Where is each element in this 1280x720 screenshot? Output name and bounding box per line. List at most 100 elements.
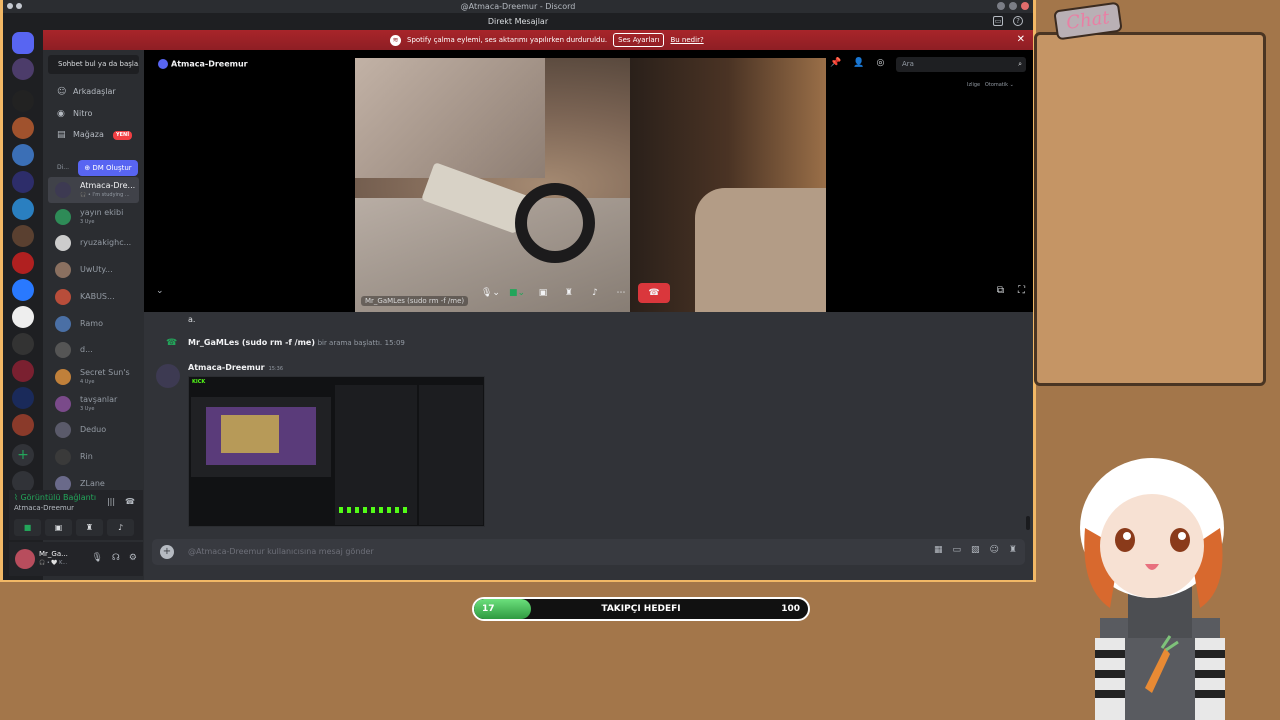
dm-list-item[interactable]: UwUty... [48,257,139,283]
spotify-icon: ≋ [390,34,401,46]
fullscreen-icon[interactable]: ⛶ [1018,285,1025,296]
more-icon[interactable]: ⋯ [612,283,630,303]
create-dm-button[interactable]: ⊕ DM Oluştur [78,160,138,176]
camera-icon[interactable]: ■⌄ [508,283,526,303]
message-composer[interactable]: + @Atmaca-Dreemur kullanıcısına mesaj gö… [152,539,1025,565]
minimize-button[interactable] [997,2,1005,10]
avatar [55,288,71,305]
server-icon[interactable] [12,414,34,436]
find-conversation-button[interactable]: Sohbet bul ya da başla... [48,55,139,74]
server-icon[interactable] [12,279,34,301]
avatar [55,368,71,385]
add-attachment-icon[interactable]: + [160,545,174,559]
profile-icon[interactable]: ◎ [876,58,884,68]
chevron-down-icon[interactable]: ⌄ [156,286,164,296]
avatar [55,208,71,225]
channel-name: Atmaca-Dreemur [171,59,248,69]
message-author[interactable]: Mr_GaMLes (sudo rm -f /me) [188,338,315,347]
help-icon[interactable]: ? [1013,16,1023,26]
disconnect-icon[interactable]: ☎ [125,497,135,506]
screen-share-button[interactable]: ▣ [45,519,72,536]
message-author[interactable]: Atmaca-Dreemur 15:36 [188,363,283,372]
server-icon[interactable] [12,306,34,328]
close-button[interactable] [1021,2,1029,10]
microphone-icon[interactable]: 🎙⌄ [481,283,500,303]
nav-item-2[interactable]: ▤ Mağaza YENİ [48,125,139,145]
direct-messages-header: Di... [57,164,70,171]
dm-avatar-icon [158,59,168,69]
activity-icon[interactable]: ♜ [560,283,578,303]
avatar [55,449,71,465]
voice-status[interactable]: ⌇ Görüntülü Bağlantı [14,493,96,502]
search-input[interactable]: Ara ⌕ [896,57,1026,72]
hang-up-button[interactable]: ☎ [637,283,670,303]
gif-icon[interactable]: ▭ [953,545,962,555]
window-menu[interactable] [7,3,22,9]
server-icon[interactable] [12,387,34,409]
gift-icon[interactable]: ▦ [934,545,943,555]
section-bar: Direkt Mesajlar ▭ ? [3,13,1033,30]
call-controls: 🎙⌄ ■⌄ ▣ ♜ ♪ ⋯ ☎ [481,283,670,303]
what-is-this-link[interactable]: Bu nedir? [670,30,703,50]
server-icon[interactable] [12,171,34,193]
search-icon: ⌕ [1018,60,1022,68]
dm-list-item[interactable]: Secret Sun's 4 Üye [48,364,139,390]
image-attachment[interactable]: KICK [188,376,485,527]
scrollbar[interactable] [1026,516,1030,530]
maximize-button[interactable] [1009,2,1017,10]
server-icon[interactable] [12,333,34,355]
voice-user[interactable]: Atmaca-Dreemur [14,504,74,512]
dm-list-item[interactable]: tavşanlar 3 Üye [48,391,139,417]
nav-item-0[interactable]: ☺ Arkadaşlar [48,82,139,102]
server-icon[interactable] [12,225,34,247]
camera-button[interactable]: ■ [14,519,41,536]
dm-list-item[interactable]: d... [48,337,139,363]
nav-item-1[interactable]: ◉ Nitro [48,104,139,124]
dm-list-item[interactable]: Atmaca-Dre... 🎧 • I'm studying ... [48,177,139,203]
server-icon[interactable] [12,252,34,274]
inbox-icon[interactable]: ▭ [993,16,1003,26]
avatar [55,395,71,412]
avatar[interactable] [15,549,35,569]
dm-list-item[interactable]: KABUS... [48,284,139,310]
server-icon[interactable] [12,144,34,166]
noise-icon[interactable]: ||| [107,497,115,506]
avatar [55,342,71,359]
apps-icon[interactable]: ♜ [1009,545,1017,555]
discord-home-icon[interactable] [12,32,34,54]
server-icon[interactable] [12,360,34,382]
sound-settings-button[interactable]: Ses Ayarları [613,33,665,47]
server-icon[interactable] [12,198,34,220]
server-icon[interactable] [12,58,34,80]
nav-item-label: Mağaza [73,130,104,139]
pin-icon[interactable]: 📌 [830,58,841,68]
dm-list-item[interactable]: Deduo [48,417,139,443]
kick-logo: KICK [192,379,206,385]
add-friend-icon[interactable]: 👤 [853,58,864,68]
screen-share-icon[interactable]: ▣ [534,283,552,303]
quality-select[interactable]: Otomatik [985,82,1008,88]
dm-list-item[interactable]: Ramo [48,311,139,337]
dm-list-item[interactable]: Rin [48,444,139,470]
avatar[interactable] [156,364,180,388]
user-name[interactable]: Mr_Ga... [39,550,68,558]
new-badge: YENİ [113,131,133,140]
soundboard-button[interactable]: ♪ [107,519,134,536]
sticker-icon[interactable]: ▧ [971,545,980,555]
activity-button[interactable]: ♜ [76,519,103,536]
microphone-icon[interactable]: 🎙 [91,553,102,563]
server-icon[interactable] [12,117,34,139]
gear-icon[interactable]: ⚙ [129,553,137,563]
server-icon[interactable] [12,90,34,112]
add-server-icon[interactable]: + [12,444,34,466]
headphones-icon[interactable]: ☊ [112,553,120,563]
video-stream[interactable]: Mr_GaMLes (sudo rm -f /me) [355,58,826,312]
dm-list-item[interactable]: yayın ekibi 3 Üye [48,204,139,230]
dm-list-item[interactable]: ryuzakighc... [48,230,139,256]
close-icon[interactable]: ✕ [1017,30,1025,50]
message-input[interactable]: @Atmaca-Dreemur kullanıcısına mesaj gönd… [188,539,374,565]
mascot-character [1080,458,1225,720]
soundboard-icon[interactable]: ♪ [586,283,604,303]
emoji-icon[interactable]: ☺ [990,545,999,555]
popout-icon[interactable]: ⧉ [997,285,1004,296]
